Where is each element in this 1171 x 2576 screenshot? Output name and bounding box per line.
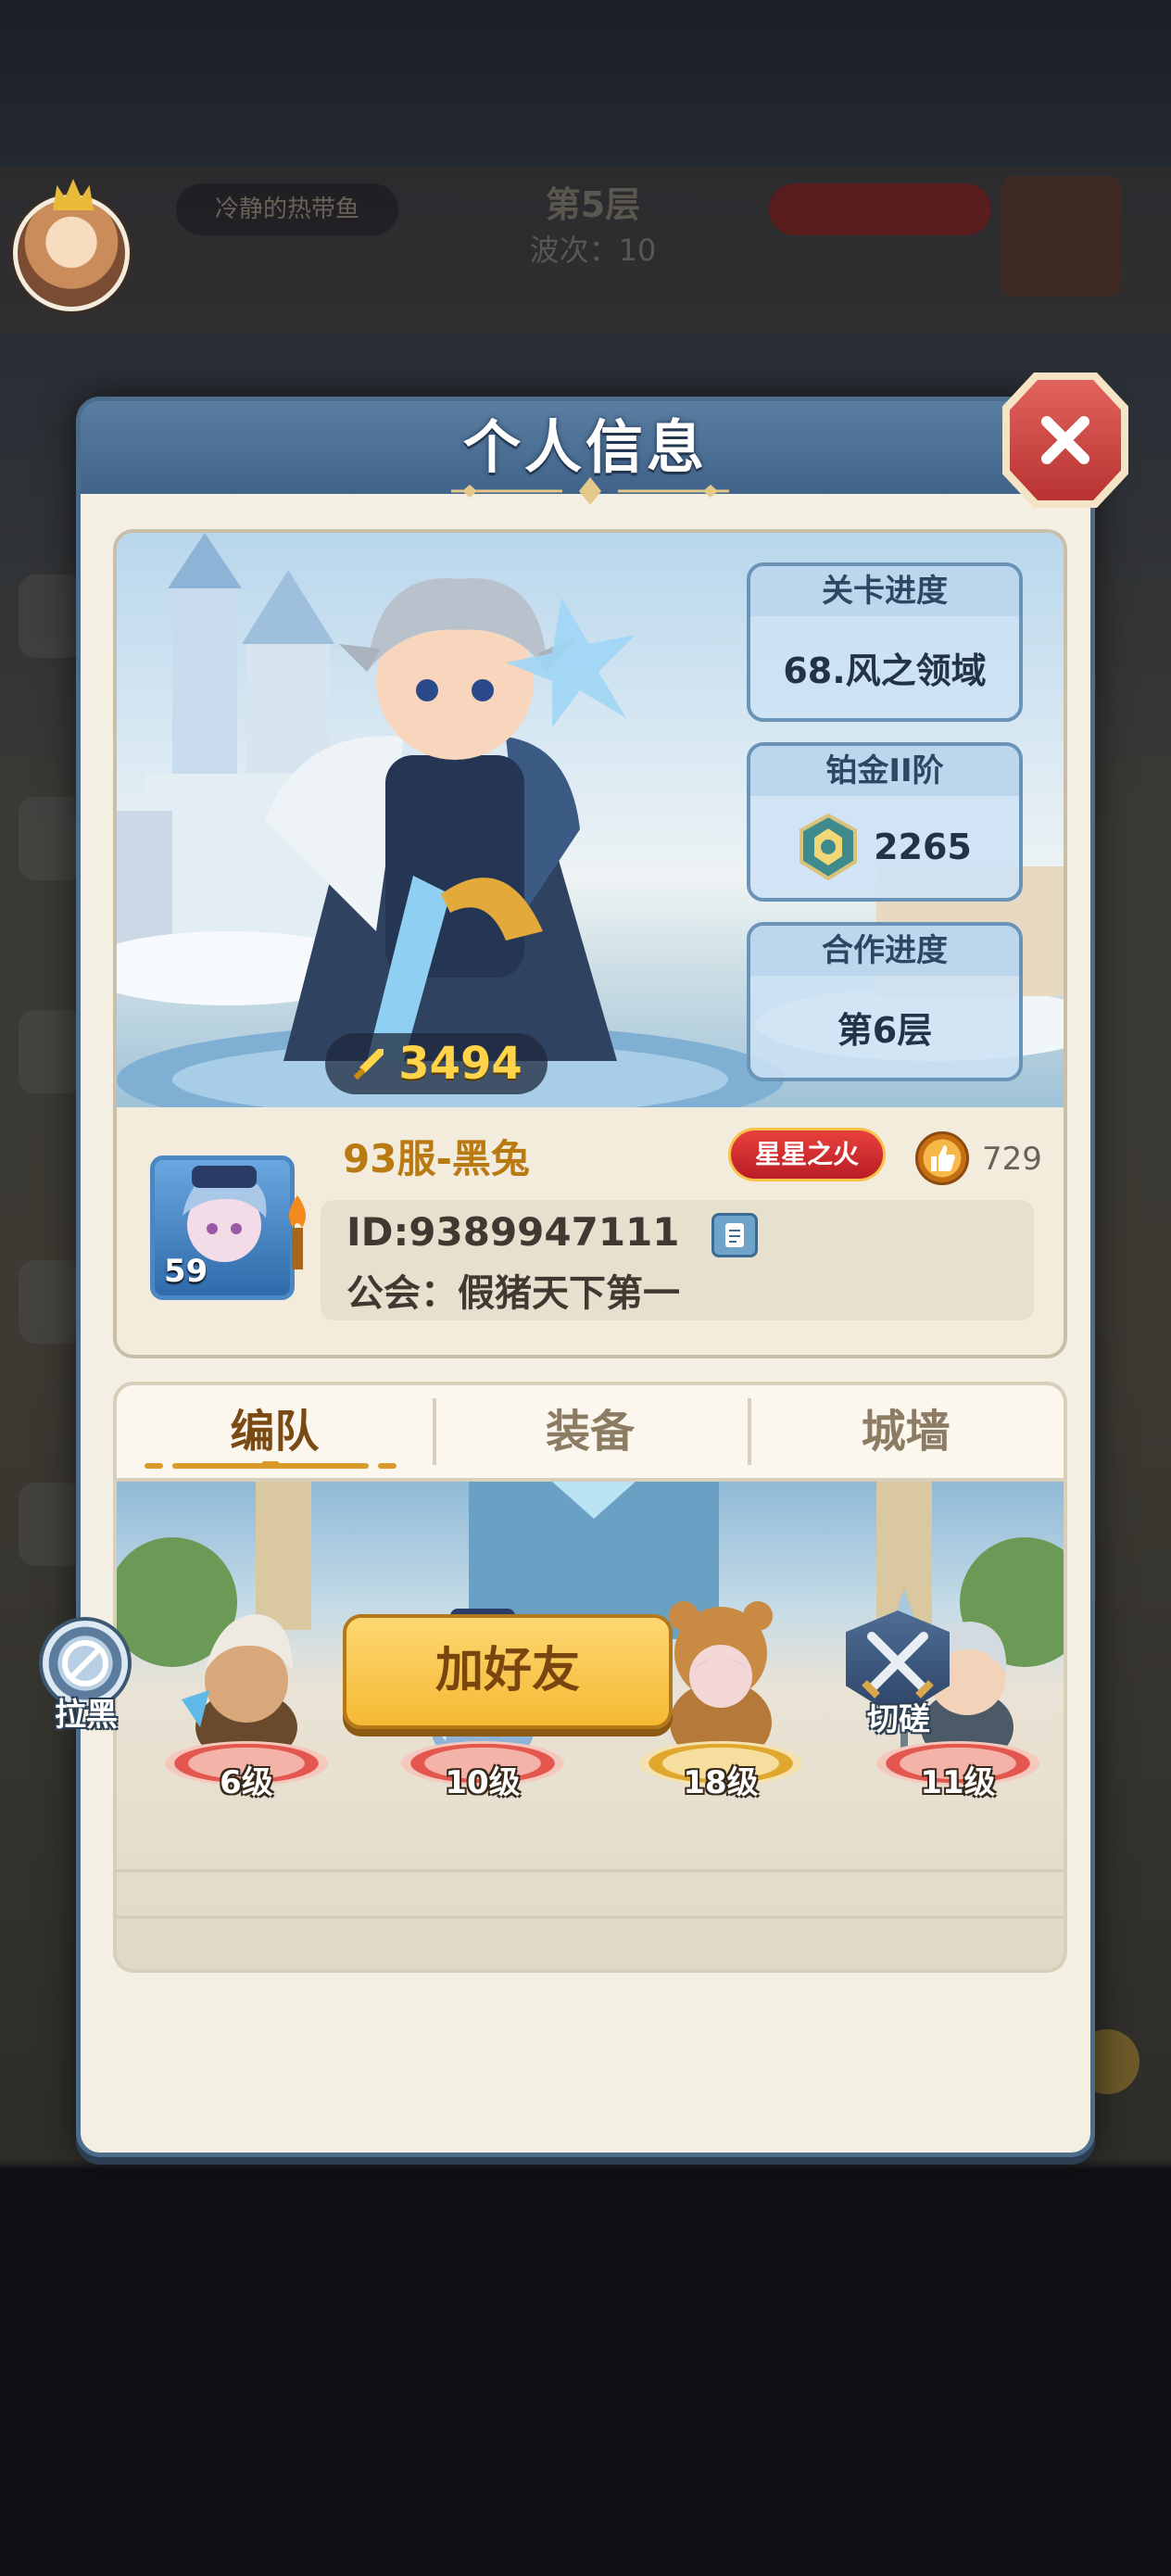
like-button[interactable]: [915, 1131, 969, 1185]
tab-label: 编队: [230, 1406, 320, 1458]
hero-level: 10级: [445, 1764, 521, 1801]
stat-label: 合作进度: [750, 926, 1019, 976]
tab-wall[interactable]: 城墙: [748, 1385, 1064, 1478]
rank-box[interactable]: 铂金II阶 2265: [747, 742, 1023, 902]
title-badge: 星星之火: [728, 1128, 886, 1181]
player-avatar[interactable]: [13, 195, 130, 311]
thumbs-up-icon: [931, 1145, 955, 1171]
hero-level: 18级: [683, 1764, 759, 1801]
id-panel: ID:9389947111 公会：假猪天下第一: [321, 1200, 1034, 1320]
player-name: 93服-黑兔: [343, 1136, 530, 1181]
close-icon: [1041, 416, 1089, 464]
team-hero-slot[interactable]: 6级: [154, 1588, 339, 1829]
block-label: 拉黑: [55, 1697, 118, 1734]
hero-character-art: [265, 578, 636, 1061]
block-button[interactable]: 拉黑: [35, 1617, 137, 1737]
duel-label: 切磋: [867, 1701, 930, 1738]
profile-tabs: 编队 装备 城墙: [113, 1382, 1067, 1482]
stat-value: 68.风之领域: [783, 650, 987, 691]
background-player-name: 冷静的热带鱼: [176, 183, 398, 235]
copy-icon: [725, 1223, 744, 1247]
hero-showcase: 3494 关卡进度 68.风之领域 铂金II阶 2265 合作进度 第6层: [117, 533, 1064, 1107]
background-wave: 波次：10: [529, 233, 657, 268]
sword-icon: [353, 1049, 384, 1080]
combat-power-value: 3494: [398, 1038, 523, 1090]
tab-equipment[interactable]: 装备: [432, 1385, 749, 1478]
stat-value: 第6层: [837, 1009, 933, 1051]
copy-id-button[interactable]: [711, 1213, 758, 1257]
coop-progress-box: 合作进度 第6层: [747, 922, 1023, 1081]
background-stage-info: 第5层 波次：10: [500, 176, 686, 278]
stat-value-row: 2265: [750, 796, 1019, 898]
tab-label: 装备: [546, 1406, 636, 1458]
tab-active-indicator: [145, 1461, 397, 1469]
player-info-section: 59 93服-黑兔 星星之火 729 ID:9389947111 公会：假猪天下…: [117, 1107, 1064, 1355]
hero-level: 11级: [920, 1764, 996, 1801]
stat-label: 关卡进度: [750, 566, 1019, 616]
profile-modal: 个人信息 3494 关卡进度 68.风之领域 铂金II阶 2265 合作进度 第…: [76, 397, 1095, 2157]
player-level: 59: [164, 1253, 208, 1290]
torch-icon: [289, 1195, 306, 1269]
like-count: 729: [982, 1141, 1042, 1178]
close-button[interactable]: [1010, 380, 1121, 500]
duel-button[interactable]: 切磋: [838, 1610, 959, 1740]
rank-points: 2265: [874, 827, 972, 867]
background-boss-avatar: [1001, 176, 1121, 297]
background-bottom-bar: [0, 2168, 1171, 2576]
background-red-bar: [769, 183, 991, 235]
profile-card: 3494 关卡进度 68.风之领域 铂金II阶 2265 合作进度 第6层 59…: [113, 529, 1067, 1358]
guild-name: 公会：假猪天下第一: [346, 1272, 680, 1315]
tab-team[interactable]: 编队: [117, 1385, 433, 1478]
hero-level: 6级: [220, 1764, 273, 1801]
stat-label: 铂金II阶: [750, 746, 1019, 796]
add-friend-button[interactable]: 加好友: [343, 1614, 673, 1729]
background-stage: 第5层: [545, 184, 641, 225]
header-ornament: [451, 477, 729, 505]
rank-badge-icon: [800, 814, 858, 880]
player-id: ID:9389947111: [346, 1209, 680, 1255]
stage-progress-box: 关卡进度 68.风之领域: [747, 562, 1023, 722]
tab-label: 城墙: [861, 1406, 951, 1458]
player-portrait[interactable]: 59: [150, 1155, 295, 1300]
combat-power-badge: 3494: [325, 1033, 548, 1094]
